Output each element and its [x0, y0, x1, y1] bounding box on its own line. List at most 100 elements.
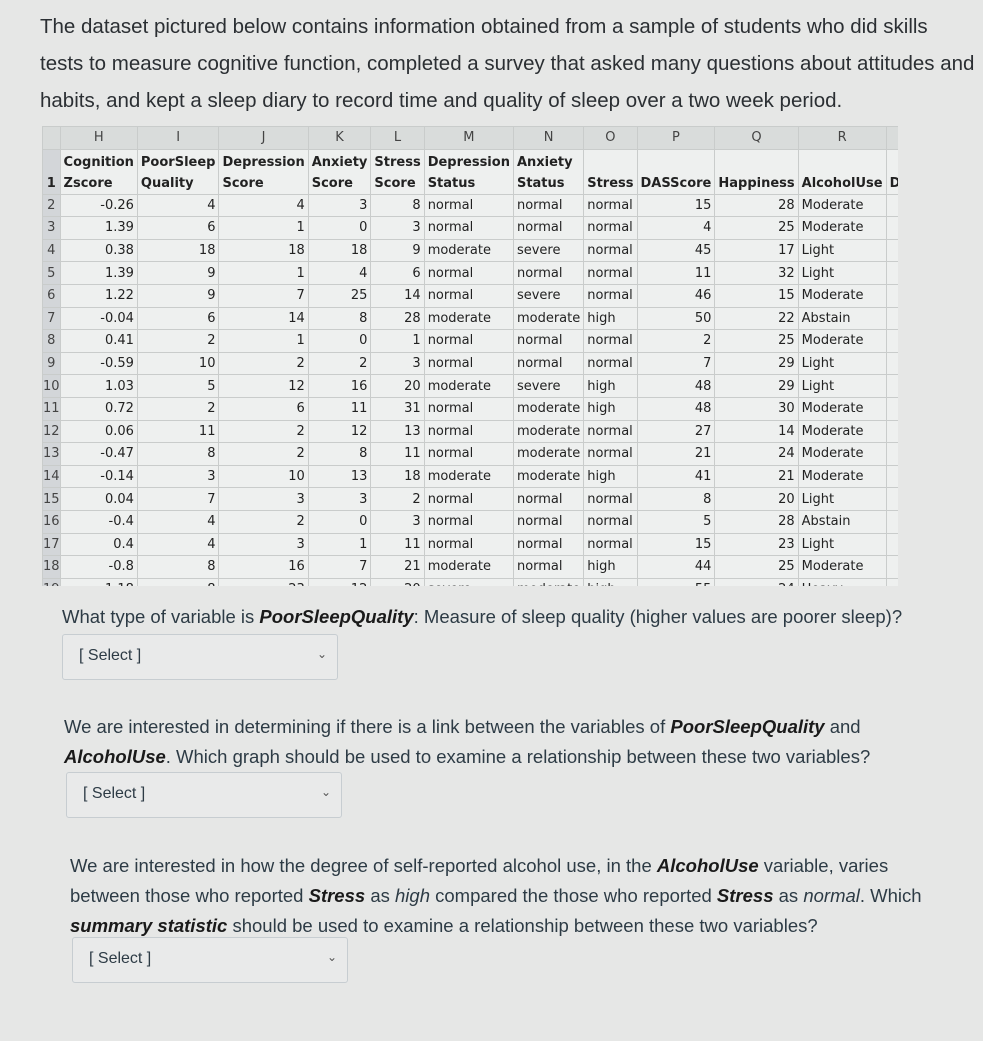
table-cell[interactable]: 2 — [307, 351, 372, 376]
table-cell[interactable]: normal — [423, 509, 514, 534]
table-cell[interactable]: 7 — [218, 283, 309, 308]
table-cell[interactable]: 18 — [307, 238, 372, 263]
table-cell[interactable]: 14 — [370, 283, 425, 308]
table-cell[interactable]: 2 — [636, 329, 716, 353]
table-cell[interactable]: -0.4 — [59, 509, 138, 534]
table-cell[interactable]: normal — [423, 419, 514, 444]
table-cell[interactable]: Moderate — [797, 329, 887, 353]
header-cell[interactable]: Happiness — [714, 148, 799, 195]
table-cell[interactable]: 7 — [136, 487, 220, 511]
table-cell[interactable]: 8 — [636, 487, 716, 511]
table-cell-empty[interactable] — [885, 487, 898, 511]
table-cell[interactable]: Light — [797, 261, 887, 285]
row-header[interactable]: 17 — [42, 532, 61, 557]
table-cell[interactable]: normal — [423, 442, 514, 466]
table-cell[interactable]: Light — [797, 532, 887, 557]
table-cell[interactable]: moderate — [512, 306, 585, 331]
row-header[interactable]: 10 — [42, 374, 61, 398]
table-cell[interactable]: normal — [583, 216, 638, 240]
table-cell[interactable]: Moderate — [797, 442, 887, 466]
table-cell[interactable]: 44 — [636, 555, 716, 579]
table-cell[interactable]: 41 — [636, 464, 716, 489]
table-cell[interactable]: 15 — [714, 283, 799, 308]
table-cell[interactable]: moderate — [423, 374, 514, 398]
table-cell[interactable]: Moderate — [797, 216, 887, 240]
row-header[interactable]: 6 — [42, 283, 61, 308]
table-cell[interactable]: 6 — [136, 216, 220, 240]
table-cell[interactable]: -0.14 — [59, 464, 138, 489]
table-cell[interactable]: 13 — [370, 419, 425, 444]
table-cell[interactable]: 10 — [218, 464, 309, 489]
table-cell[interactable]: 0 — [307, 216, 372, 240]
table-cell-empty[interactable] — [885, 238, 898, 263]
table-cell[interactable]: Light — [797, 374, 887, 398]
table-cell[interactable]: 15 — [636, 532, 716, 557]
column-header[interactable]: J — [218, 126, 309, 150]
table-cell[interactable]: 48 — [636, 374, 716, 398]
table-cell[interactable]: 5 — [136, 374, 220, 398]
table-cell[interactable]: normal — [423, 487, 514, 511]
column-header[interactable]: L — [370, 126, 425, 150]
header-cell[interactable]: Stress Score — [370, 148, 425, 195]
table-cell[interactable]: 1 — [218, 216, 309, 240]
header-cell-partial[interactable]: D — [885, 148, 898, 195]
table-cell[interactable]: 2 — [218, 509, 309, 534]
table-cell[interactable]: 20 — [370, 374, 425, 398]
table-cell[interactable]: -0.47 — [59, 442, 138, 466]
table-cell-empty[interactable] — [885, 442, 898, 466]
table-cell[interactable]: -0.8 — [59, 555, 138, 579]
table-cell[interactable]: 4 — [218, 193, 309, 218]
row-header[interactable]: 7 — [42, 306, 61, 331]
header-cell[interactable]: Cognition Zscore — [59, 148, 138, 195]
header-cell[interactable]: DASScore — [636, 148, 716, 195]
table-cell[interactable]: 2 — [136, 396, 220, 421]
table-cell[interactable]: Moderate — [797, 283, 887, 308]
table-cell[interactable]: 23 — [714, 532, 799, 557]
table-cell[interactable]: normal — [583, 351, 638, 376]
table-cell[interactable]: 48 — [636, 396, 716, 421]
table-cell-empty[interactable] — [885, 374, 898, 398]
table-cell-empty[interactable] — [885, 351, 898, 376]
table-cell[interactable]: normal — [583, 261, 638, 285]
header-cell[interactable]: AlcoholUse — [797, 148, 887, 195]
table-cell[interactable]: 2 — [136, 329, 220, 353]
table-cell[interactable]: 1.39 — [59, 216, 138, 240]
table-cell[interactable]: 25 — [714, 555, 799, 579]
column-header[interactable]: Q — [714, 126, 799, 150]
table-cell[interactable]: 15 — [636, 193, 716, 218]
question-3-select[interactable]: [ Select ] ⌄ — [72, 937, 348, 983]
table-cell[interactable]: normal — [583, 283, 638, 308]
row-header[interactable]: 8 — [42, 329, 61, 353]
table-cell[interactable]: 3 — [370, 509, 425, 534]
table-cell[interactable]: 9 — [136, 261, 220, 285]
table-cell[interactable]: normal — [512, 261, 585, 285]
row-header[interactable]: 2 — [42, 193, 61, 218]
table-cell[interactable]: -1.18 — [59, 577, 138, 586]
table-cell[interactable]: 24 — [714, 442, 799, 466]
column-header[interactable]: R — [797, 126, 887, 150]
table-cell-empty[interactable] — [885, 464, 898, 489]
table-cell[interactable]: Moderate — [797, 555, 887, 579]
column-header[interactable]: H — [59, 126, 138, 150]
table-cell[interactable]: normal — [512, 487, 585, 511]
table-cell[interactable]: 1 — [307, 532, 372, 557]
table-cell[interactable]: 46 — [636, 283, 716, 308]
question-2-select[interactable]: [ Select ] ⌄ — [66, 772, 342, 818]
table-cell[interactable]: Moderate — [797, 193, 887, 218]
table-cell[interactable]: 45 — [636, 238, 716, 263]
column-header[interactable]: I — [136, 126, 220, 150]
table-cell[interactable]: 2 — [370, 487, 425, 511]
table-cell[interactable]: 28 — [714, 509, 799, 534]
table-cell-empty[interactable] — [885, 193, 898, 218]
table-cell[interactable]: 8 — [370, 193, 425, 218]
table-cell[interactable]: Abstain — [797, 509, 887, 534]
table-cell[interactable]: 50 — [636, 306, 716, 331]
table-cell[interactable]: 8 — [307, 442, 372, 466]
table-cell[interactable]: high — [583, 396, 638, 421]
table-cell-empty[interactable] — [885, 532, 898, 557]
table-cell[interactable]: normal — [583, 487, 638, 511]
table-cell[interactable]: 3 — [370, 351, 425, 376]
table-cell[interactable]: 55 — [636, 577, 716, 586]
table-cell[interactable]: high — [583, 306, 638, 331]
table-cell[interactable]: 18 — [136, 238, 220, 263]
